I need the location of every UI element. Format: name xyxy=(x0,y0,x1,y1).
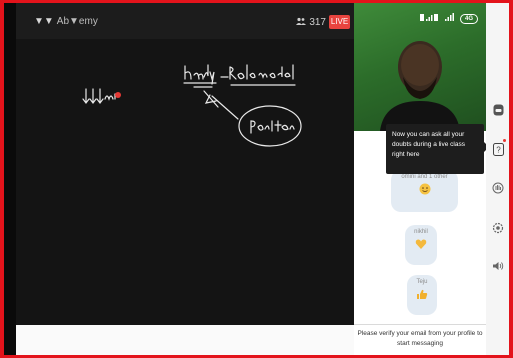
verify-email-banner[interactable]: Please verify your email from your profi… xyxy=(354,324,486,355)
screen-bezel xyxy=(4,3,16,355)
top-bar: ▼▼ Ab▼emy 317 LIVE xyxy=(16,3,354,39)
smile-face-icon xyxy=(391,180,458,202)
doubts-tooltip[interactable]: Now you can ask all your doubts during a… xyxy=(386,124,489,174)
wifi-signal-icon xyxy=(444,13,457,24)
brand-logo: ▼▼ xyxy=(34,16,54,27)
chat-message: nikhil xyxy=(405,225,437,265)
battery-icon: 4G xyxy=(459,13,478,24)
app-frame: ▼▼ Ab▼emy 317 LIVE 4G omini and 1 other … xyxy=(4,3,509,355)
notification-dot xyxy=(503,139,506,142)
pointer-dot xyxy=(115,92,121,98)
thumbs-up-icon xyxy=(407,285,437,307)
whiteboard xyxy=(16,39,354,325)
brand: ▼▼ Ab▼emy xyxy=(34,16,98,27)
hand-icon[interactable] xyxy=(491,181,505,195)
presenter-video: 4G xyxy=(354,3,486,131)
chat-message: omini and 1 other xyxy=(391,170,458,212)
board-footer xyxy=(16,325,354,355)
doubt-icon[interactable]: ? xyxy=(491,142,505,156)
board-drawing xyxy=(82,64,302,147)
heart-hands-icon xyxy=(405,235,437,257)
live-badge: LIVE xyxy=(329,15,350,29)
chat-icon[interactable] xyxy=(491,103,505,117)
settings-icon[interactable] xyxy=(491,221,505,235)
viewer-count: 317 xyxy=(296,17,326,28)
verify-email-text-2: start messaging xyxy=(397,340,443,347)
viewer-count-value: 317 xyxy=(309,17,326,28)
verify-email-text: Please verify your email from your profi… xyxy=(357,330,483,337)
signal-icon xyxy=(419,13,442,24)
side-rail: ? xyxy=(486,3,509,355)
viewers-icon xyxy=(296,17,307,28)
tooltip-text: Now you can ask all your doubts during a… xyxy=(392,131,465,158)
presenter-figure xyxy=(380,41,460,131)
phone-status-bar: 4G xyxy=(419,13,478,24)
svg-text:?: ? xyxy=(496,145,501,154)
volume-icon[interactable] xyxy=(491,259,505,273)
brand-name: Ab▼emy xyxy=(56,16,98,27)
chat-message: Teju xyxy=(407,275,437,315)
